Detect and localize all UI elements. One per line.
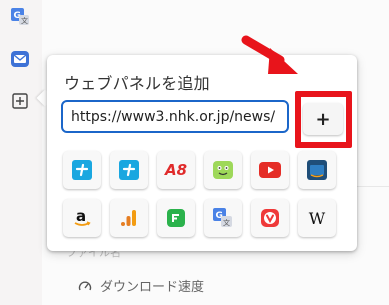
panel-tile[interactable]: a xyxy=(63,199,101,237)
vivaldi-settings-page: G 文 ファイル名 ダウンロード速度 ウェブパネルを追加 https://www… xyxy=(0,0,389,305)
download-speed-icon xyxy=(78,281,92,290)
sidebar-translate-button[interactable]: G 文 xyxy=(9,6,31,28)
feedly-icon xyxy=(167,209,185,227)
vivaldi-icon xyxy=(261,209,279,227)
url-input[interactable] xyxy=(61,100,289,133)
youtube-icon xyxy=(259,162,281,178)
panel-tile[interactable]: A8 xyxy=(157,151,195,189)
svg-text:文: 文 xyxy=(21,16,28,25)
add-web-panel-popup: ウェブパネルを追加 + A8 xyxy=(47,55,357,251)
panel-tile[interactable] xyxy=(110,151,148,189)
panel-tile[interactable] xyxy=(251,199,289,237)
panel-tile[interactable] xyxy=(251,151,289,189)
prime-video-icon xyxy=(307,160,327,180)
amazon-icon: a xyxy=(74,207,91,226)
translate-icon: G 文 xyxy=(11,8,29,25)
svg-text:a: a xyxy=(76,207,86,225)
panel-tile[interactable] xyxy=(298,151,336,189)
sidebar: G 文 xyxy=(0,0,42,305)
a8-logo-icon: A8 xyxy=(164,161,188,179)
translate-icon: G 文 xyxy=(213,208,232,227)
analytics-icon xyxy=(121,210,136,226)
panel-tile[interactable] xyxy=(63,151,101,189)
mail-icon xyxy=(11,51,29,67)
panel-tile[interactable] xyxy=(157,199,195,237)
sidebar-add-panel-button[interactable] xyxy=(9,90,31,112)
download-speed-label: ダウンロード速度 xyxy=(100,280,205,295)
download-speed-row[interactable]: ダウンロード速度 xyxy=(78,276,204,295)
wikipedia-icon: W xyxy=(308,208,326,228)
suggested-panels-grid: A8 a G 文 W xyxy=(63,151,336,237)
plus-app-icon xyxy=(119,160,139,180)
panel-tile[interactable]: W xyxy=(298,199,336,237)
divider xyxy=(356,186,389,187)
panel-tile[interactable] xyxy=(204,151,242,189)
sidebar-mail-button[interactable] xyxy=(9,48,31,70)
popup-title: ウェブパネルを追加 xyxy=(64,74,210,93)
add-panel-icon xyxy=(12,93,28,109)
plus-app-icon xyxy=(72,160,92,180)
panel-tile[interactable] xyxy=(110,199,148,237)
highlight-box xyxy=(295,91,352,148)
mascot-face-icon xyxy=(213,161,233,179)
svg-text:文: 文 xyxy=(223,218,230,227)
panel-tile[interactable]: G 文 xyxy=(204,199,242,237)
annotation-arrow-icon xyxy=(241,35,298,74)
